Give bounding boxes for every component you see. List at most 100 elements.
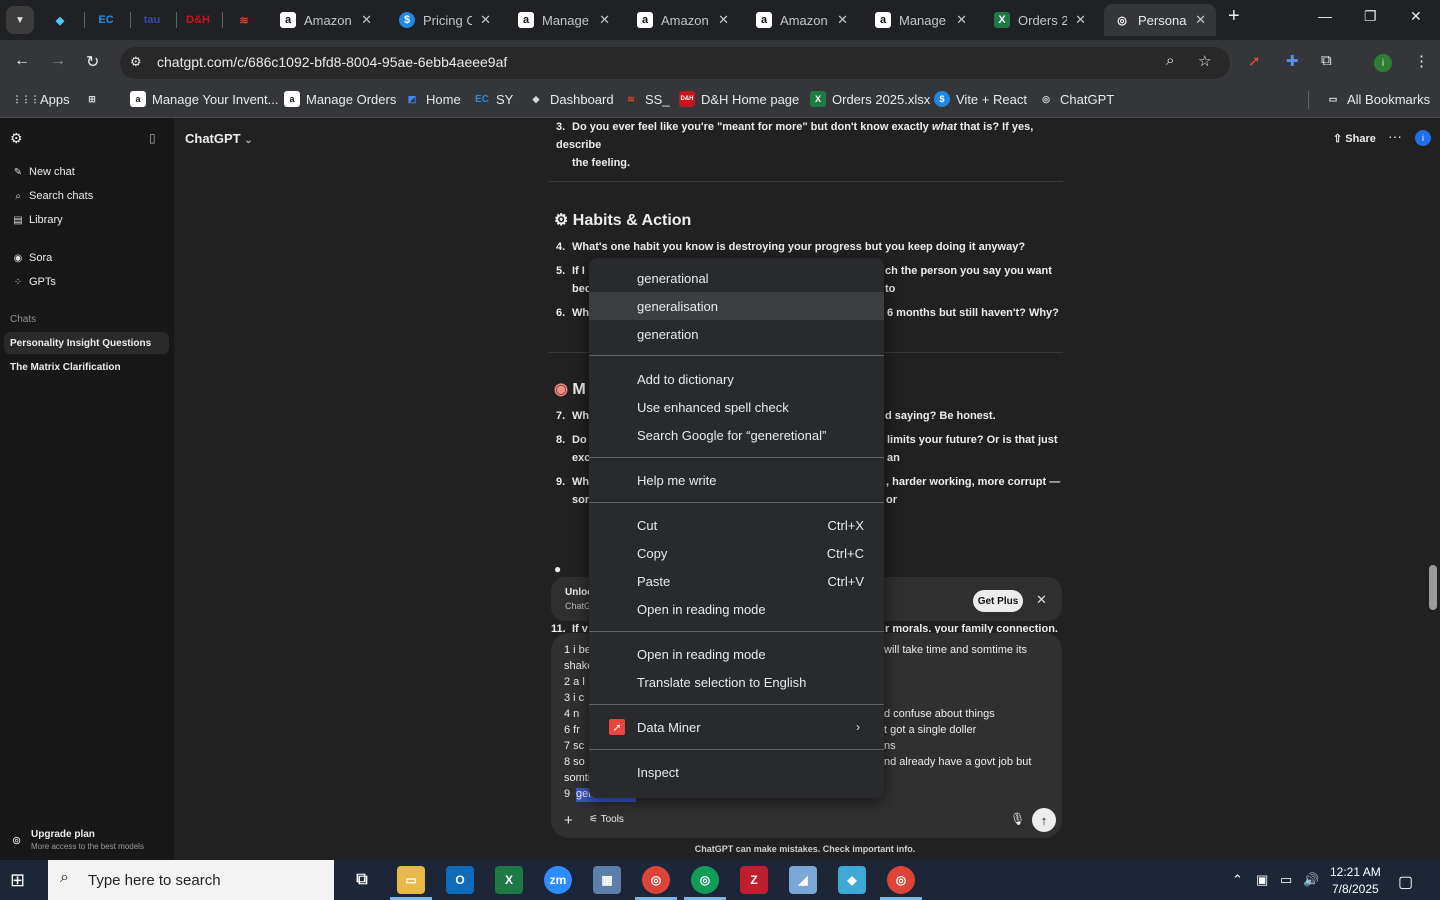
microphone-icon[interactable]: 🎙: [1010, 812, 1025, 826]
browser-menu-icon[interactable]: ⋮: [1414, 52, 1429, 70]
bookmark-item[interactable]: EC SY: [474, 91, 513, 107]
more-options-icon[interactable]: ···: [1388, 128, 1402, 144]
library-button[interactable]: ▤ Library: [12, 214, 62, 226]
new-chat-button[interactable]: ✎ New chat: [12, 166, 75, 178]
composer-line[interactable]: 3 i c: [564, 692, 584, 704]
send-button[interactable]: ↑: [1032, 808, 1056, 832]
tools-button[interactable]: ⚟ Tools: [589, 814, 624, 825]
close-tab-icon[interactable]: ✕: [599, 12, 610, 28]
paste-item[interactable]: Paste Ctrl+V: [589, 567, 884, 595]
close-tab-icon[interactable]: ✕: [480, 12, 491, 28]
help-me-write-item[interactable]: Help me write: [589, 466, 884, 494]
translate-item[interactable]: Translate selection to English: [589, 668, 884, 696]
excel-icon[interactable]: X: [495, 866, 523, 894]
close-sidebar-icon[interactable]: ▯: [149, 131, 156, 145]
composer-line[interactable]: t got a single doller: [884, 724, 976, 736]
data-miner-item[interactable]: ➚ Data Miner ›: [589, 713, 884, 741]
chrome-profile-icon[interactable]: ◎: [691, 866, 719, 894]
calculator-icon[interactable]: ▦: [593, 866, 621, 894]
close-tab-icon[interactable]: ✕: [837, 12, 848, 28]
chat-item-matrix[interactable]: The Matrix Clarification: [4, 356, 169, 378]
bookmark-item[interactable]: ⋮⋮⋮ Apps: [13, 91, 70, 107]
share-button[interactable]: ⇧ Share: [1333, 132, 1376, 145]
composer-line[interactable]: 6 fr: [564, 724, 580, 736]
extensions-puzzle-icon[interactable]: ⧉: [1321, 52, 1332, 69]
windows-start-icon[interactable]: ⊞: [10, 870, 25, 891]
enhanced-spell-check-item[interactable]: Use enhanced spell check: [589, 393, 884, 421]
file-explorer-icon[interactable]: ▭: [397, 866, 425, 894]
add-attachment-icon[interactable]: +: [564, 812, 573, 829]
search-google-item[interactable]: Search Google for “generetional”: [589, 421, 884, 449]
taskbar-clock[interactable]: 12:21 AM 7/8/2025: [1330, 864, 1381, 898]
get-plus-button[interactable]: Get Plus: [973, 590, 1023, 612]
spelling-suggestion-2[interactable]: generalisation: [589, 292, 884, 320]
forward-button[interactable]: →: [50, 52, 66, 70]
add-to-dictionary-item[interactable]: Add to dictionary: [589, 365, 884, 393]
composer-line[interactable]: somti: [564, 772, 590, 784]
pinned-tab-dh[interactable]: D&H: [186, 8, 210, 32]
sora-button[interactable]: ◉ Sora: [12, 252, 53, 264]
browser-tab[interactable]: a Manage ✕: [865, 4, 977, 36]
close-tab-icon[interactable]: ✕: [1075, 12, 1086, 28]
site-info-icon[interactable]: ⚙: [130, 54, 142, 70]
browser-tab[interactable]: a Manage ✕: [508, 4, 620, 36]
browser-tab[interactable]: a Amazon ✕: [746, 4, 858, 36]
bookmark-item[interactable]: ◩ Home: [404, 91, 461, 107]
bookmark-item[interactable]: ◆ Dashboard: [528, 91, 614, 107]
back-button[interactable]: ←: [14, 52, 30, 70]
volume-icon[interactable]: 🔊: [1303, 872, 1319, 888]
pinned-tab-tau[interactable]: tau: [140, 8, 164, 32]
reading-mode-item-2[interactable]: Open in reading mode: [589, 640, 884, 668]
tray-network-icon[interactable]: ▣: [1256, 872, 1268, 888]
outlook-icon[interactable]: O: [446, 866, 474, 894]
browser-tab[interactable]: X Orders 2 ✕: [984, 4, 1096, 36]
tray-display-icon[interactable]: ▭: [1280, 872, 1292, 888]
close-tab-icon[interactable]: ✕: [361, 12, 372, 28]
close-tab-icon[interactable]: ✕: [956, 12, 967, 28]
bookmark-item[interactable]: ≋ SS_: [623, 91, 669, 107]
close-window-button[interactable]: ✕: [1410, 8, 1422, 25]
bookmark-item[interactable]: $ Vite + React: [934, 91, 1027, 107]
upgrade-plan-title[interactable]: Upgrade plan: [31, 829, 95, 840]
gpts-button[interactable]: ⁘ GPTs: [12, 276, 56, 288]
chrome-profile-2-icon[interactable]: ◎: [887, 866, 915, 894]
reload-button[interactable]: ↻: [86, 52, 99, 72]
pinned-tab-ec[interactable]: EC: [94, 8, 118, 32]
extension-icon[interactable]: ✚: [1286, 52, 1299, 70]
model-selector[interactable]: ChatGPT ⌄: [185, 131, 253, 146]
composer-line[interactable]: nd already have a govt job but: [884, 756, 1031, 768]
composer-line[interactable]: 8 so: [564, 756, 585, 768]
browser-tab[interactable]: a Amazon ✕: [627, 4, 739, 36]
copy-item[interactable]: Copy Ctrl+C: [589, 539, 884, 567]
composer-line[interactable]: will take time and somtime its: [884, 644, 1027, 656]
close-tab-icon[interactable]: ✕: [1195, 12, 1206, 28]
browser-tab[interactable]: ◎ Personal ✕: [1104, 4, 1216, 36]
tray-chevron-icon[interactable]: ⌃: [1232, 872, 1243, 888]
all-bookmarks-button[interactable]: ▭ All Bookmarks: [1325, 91, 1430, 107]
search-chats-button[interactable]: ⌕ Search chats: [12, 190, 93, 202]
tab-search-button[interactable]: ▼: [6, 6, 34, 34]
chrome-icon[interactable]: ◎: [642, 866, 670, 894]
close-tab-icon[interactable]: ✕: [718, 12, 729, 28]
spelling-suggestion-1[interactable]: generational: [589, 264, 884, 292]
zoom-app-icon[interactable]: zm: [544, 866, 572, 894]
minimize-button[interactable]: —: [1318, 8, 1332, 24]
bookmark-item[interactable]: X Orders 2025.xlsx: [810, 91, 930, 107]
chat-item-personality[interactable]: Personality Insight Questions: [4, 332, 169, 354]
task-view-icon[interactable]: ⧉: [348, 866, 376, 894]
app-icon[interactable]: ◢: [789, 866, 817, 894]
new-tab-button[interactable]: +: [1228, 5, 1240, 28]
composer-line[interactable]: ns: [884, 740, 896, 752]
profile-avatar[interactable]: i: [1374, 54, 1392, 72]
composer-line[interactable]: 7 sc: [564, 740, 584, 752]
browser-tab[interactable]: $ Pricing C ✕: [389, 4, 501, 36]
bookmark-item[interactable]: D&H D&H Home page: [679, 91, 799, 107]
cut-item[interactable]: Cut Ctrl+X: [589, 511, 884, 539]
notifications-icon[interactable]: ▢: [1398, 872, 1413, 892]
pinned-tab-ss[interactable]: ≋: [232, 8, 256, 32]
composer-line[interactable]: 2 a l: [564, 676, 585, 688]
restore-button[interactable]: ❐: [1364, 8, 1377, 25]
bookmark-item[interactable]: a Manage Orders: [284, 91, 396, 107]
composer-line[interactable]: 9: [564, 788, 570, 800]
spelling-suggestion-3[interactable]: generation: [589, 320, 884, 348]
